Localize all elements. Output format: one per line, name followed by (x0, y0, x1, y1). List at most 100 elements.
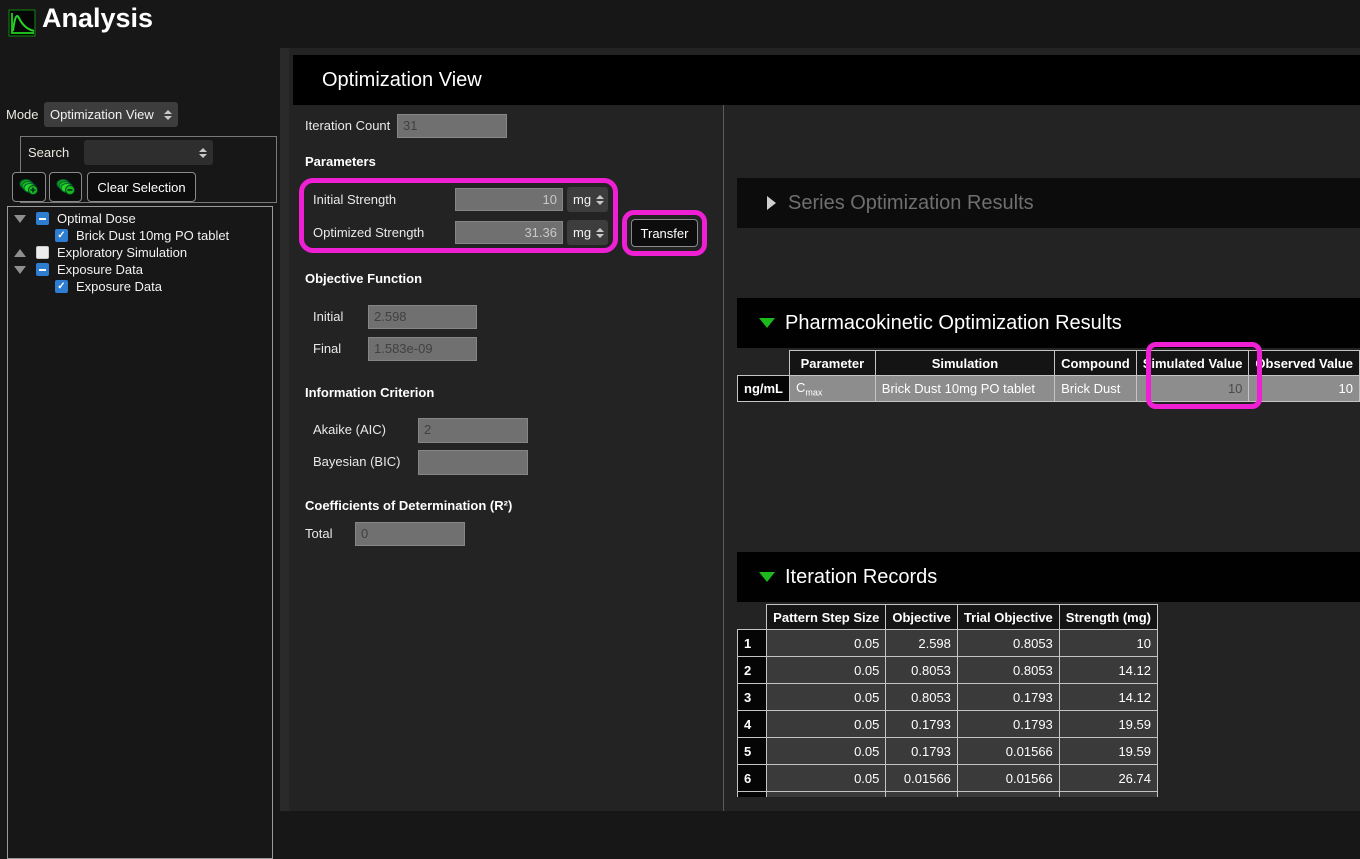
value-cell: 0.1793 (957, 684, 1059, 711)
aic-field: 2 (418, 418, 528, 443)
value-cell: 0.8053 (957, 630, 1059, 657)
value-cell: 0.1793 (886, 711, 958, 738)
column-header: Pattern Step Size (767, 605, 886, 630)
chevron-down-icon[interactable] (759, 318, 775, 328)
tree-row[interactable]: Exposure Data (8, 261, 272, 278)
search-combobox[interactable] (84, 140, 213, 165)
simulation-cell: Brick Dust 10mg PO tablet (875, 376, 1054, 402)
optimized-strength-unit-select[interactable]: mg (567, 220, 608, 245)
column-header: Parameter (790, 351, 876, 376)
pharmacokinetic-results-section[interactable]: Pharmacokinetic Optimization Results (737, 298, 1360, 348)
expander-down-icon[interactable] (14, 266, 26, 274)
clear-selection-button[interactable]: Clear Selection (87, 172, 196, 202)
row-header: 4 (738, 711, 767, 738)
scenario-tree[interactable]: Optimal Dose Brick Dust 10mg PO tablet Exp… (7, 206, 273, 859)
objective-initial-label: Initial (313, 305, 343, 329)
row-header: 6 (738, 765, 767, 792)
value-cell (767, 792, 886, 798)
value-cell: 0.01566 (957, 738, 1059, 765)
optimized-strength-field[interactable]: 31.36 (455, 221, 563, 244)
bic-label: Bayesian (BIC) (313, 450, 400, 474)
simulated-value-cell: 10 (1136, 376, 1249, 402)
compound-cell: Brick Dust (1055, 376, 1137, 402)
row-header: 1 (738, 630, 767, 657)
column-header: Strength (mg) (1059, 605, 1157, 630)
information-criterion-heading: Information Criterion (305, 385, 434, 400)
spinner-arrows-icon[interactable] (596, 228, 604, 238)
table-row: 30.050.80530.179314.12 (738, 684, 1158, 711)
panel-splitter[interactable] (280, 48, 289, 811)
value-cell: 14.12 (1059, 684, 1157, 711)
expander-up-icon[interactable] (14, 249, 26, 257)
table-row: 40.050.17930.179319.59 (738, 711, 1158, 738)
value-cell: 0.8053 (957, 657, 1059, 684)
expander-down-icon[interactable] (14, 215, 26, 223)
chevron-down-icon[interactable] (759, 572, 775, 582)
tree-label[interactable]: Exposure Data (57, 262, 143, 277)
value-cell: 14.12 (1059, 657, 1157, 684)
iteration-count-field: 31 (397, 114, 507, 138)
main-header: Optimization View (293, 55, 1360, 105)
parameter-subscript: max (805, 387, 822, 397)
unit-value: mg (573, 192, 591, 207)
checkbox-checked[interactable] (55, 280, 68, 293)
pk-curve-icon (8, 9, 36, 37)
transfer-button[interactable]: Transfer (631, 219, 698, 247)
checkbox-indeterminate[interactable] (36, 263, 49, 276)
value-cell: 0.05 (767, 630, 886, 657)
row-header (738, 792, 767, 798)
tree-row[interactable]: Optimal Dose (8, 210, 272, 227)
search-label: Search (28, 145, 69, 160)
pk-results-table: ParameterSimulationCompoundSimulated Val… (737, 350, 1360, 402)
remove-series-icon (55, 177, 77, 197)
optimized-strength-label: Optimized Strength (313, 221, 424, 245)
checkbox-indeterminate[interactable] (36, 212, 49, 225)
add-series-button[interactable] (12, 172, 46, 202)
spinner-arrows-icon[interactable] (199, 148, 207, 158)
parameter-cell: Cmax (790, 376, 876, 402)
spinner-arrows-icon[interactable] (164, 110, 172, 120)
value-cell: 0.05 (767, 738, 886, 765)
iteration-records-table: Pattern Step SizeObjectiveTrial Objectiv… (737, 604, 1158, 797)
spinner-arrows-icon[interactable] (596, 195, 604, 205)
tree-label[interactable]: Brick Dust 10mg PO tablet (76, 228, 229, 243)
table-row: 10.052.5980.805310 (738, 630, 1158, 657)
value-cell: 19.59 (1059, 738, 1157, 765)
objective-final-field: 1.583e-09 (368, 337, 477, 361)
observed-value-cell: 10 (1249, 376, 1360, 402)
tree-row[interactable]: Brick Dust 10mg PO tablet (8, 227, 272, 244)
parameters-heading: Parameters (305, 154, 376, 169)
total-label: Total (305, 522, 332, 546)
value-cell: 0.1793 (957, 711, 1059, 738)
initial-strength-unit-select[interactable]: mg (567, 187, 608, 212)
tree-label[interactable]: Optimal Dose (57, 211, 136, 226)
column-header: Simulated Value (1136, 351, 1249, 376)
checkbox-checked[interactable] (55, 229, 68, 242)
checkbox-unchecked[interactable] (36, 246, 49, 259)
tree-label[interactable]: Exploratory Simulation (57, 245, 187, 260)
value-cell: 0.8053 (886, 684, 958, 711)
column-header: Trial Objective (957, 605, 1059, 630)
tree-row[interactable]: Exposure Data (8, 278, 272, 295)
objective-final-label: Final (313, 337, 341, 361)
bic-field (418, 450, 528, 475)
column-divider (723, 105, 724, 811)
app-title: Analysis (42, 3, 153, 34)
row-header: 2 (738, 657, 767, 684)
chevron-right-icon[interactable] (767, 196, 776, 210)
unit-value: mg (573, 225, 591, 240)
tree-row[interactable]: Exploratory Simulation (8, 244, 272, 261)
initial-strength-field[interactable]: 10 (455, 188, 563, 211)
value-cell: 0.05 (767, 684, 886, 711)
value-cell (886, 792, 958, 798)
tree-label[interactable]: Exposure Data (76, 279, 162, 294)
section-title: Iteration Records (785, 566, 937, 589)
value-cell (957, 792, 1059, 798)
remove-series-button[interactable] (49, 172, 82, 202)
column-header: Objective (886, 605, 958, 630)
title-bar: Analysis (0, 0, 1360, 48)
iteration-records-section[interactable]: Iteration Records (737, 552, 1360, 602)
r2-heading: Coefficients of Determination (R²) (305, 498, 512, 513)
mode-select[interactable]: Optimization View (44, 102, 178, 127)
series-optimization-results-section[interactable]: Series Optimization Results (737, 178, 1360, 228)
